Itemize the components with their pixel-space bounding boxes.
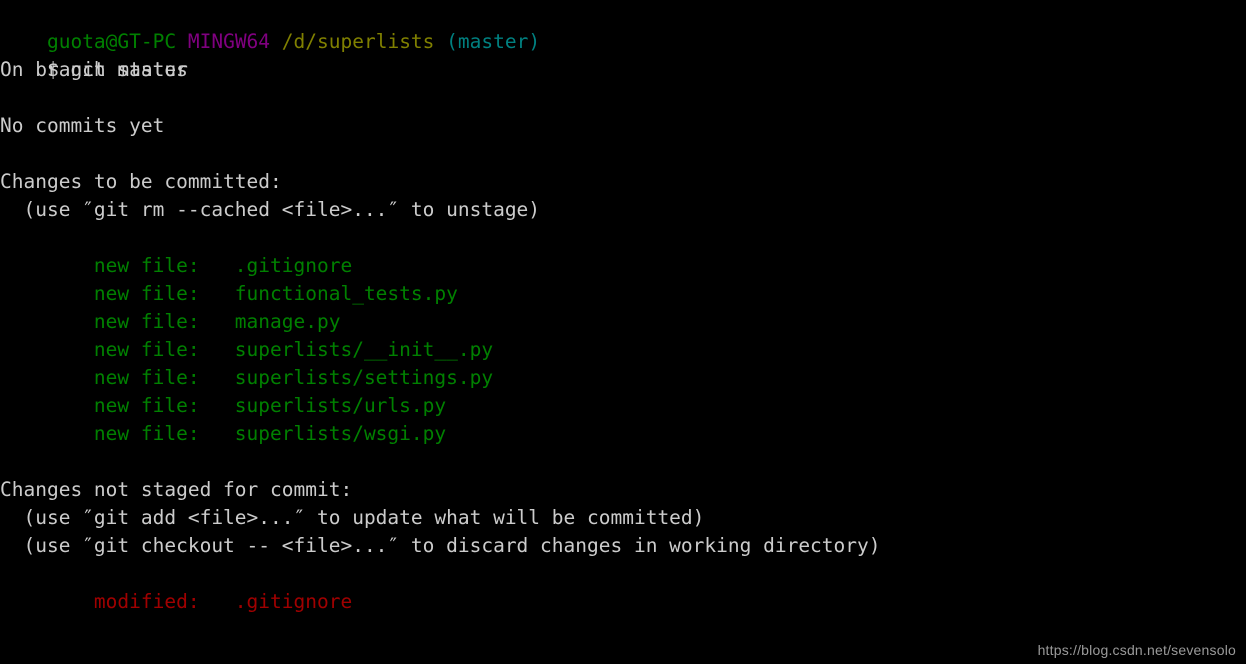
output-line-text: Changes not staged for commit: — [0, 478, 353, 501]
prompt-user-host: guota@GT-PC — [46, 30, 177, 53]
output-line: new file: superlists/__init__.py — [0, 336, 1246, 364]
output-blank-line — [0, 140, 1246, 168]
output-blank-line — [0, 224, 1246, 252]
terminal-window[interactable]: guota@GT-PC MINGW64 /d/superlists (maste… — [0, 0, 1246, 664]
command-output: On branch master No commits yet Changes … — [0, 56, 1246, 616]
output-line-text: new file: superlists/settings.py — [0, 366, 494, 389]
prompt-shell-name: MINGW64 — [187, 30, 271, 53]
output-line: new file: manage.py — [0, 308, 1246, 336]
output-line: modified: .gitignore — [0, 588, 1246, 616]
prompt-space-3 — [434, 30, 446, 53]
output-line: (use ″git add <file>...″ to update what … — [0, 504, 1246, 532]
output-line-text — [0, 226, 12, 249]
output-line: new file: superlists/urls.py — [0, 392, 1246, 420]
output-line-text: new file: .gitignore — [0, 254, 353, 277]
prompt-git-branch: (master) — [446, 30, 541, 53]
output-line: (use ″git rm --cached <file>...″ to unst… — [0, 196, 1246, 224]
output-line-text: Changes to be committed: — [0, 170, 282, 193]
prompt-working-directory: /d/superlists — [281, 30, 435, 53]
output-line-text — [0, 142, 12, 165]
output-line: new file: superlists/wsgi.py — [0, 420, 1246, 448]
output-blank-line — [0, 448, 1246, 476]
output-line: (use ″git checkout -- <file>...″ to disc… — [0, 532, 1246, 560]
output-line-text: new file: functional_tests.py — [0, 282, 458, 305]
watermark-text: https://blog.csdn.net/sevensolo — [1037, 642, 1236, 658]
output-line-text: new file: superlists/__init__.py — [0, 338, 494, 361]
output-line-text: new file: superlists/wsgi.py — [0, 422, 447, 445]
output-line: new file: superlists/settings.py — [0, 364, 1246, 392]
output-line: new file: .gitignore — [0, 252, 1246, 280]
prompt-line: guota@GT-PC MINGW64 /d/superlists (maste… — [0, 0, 1246, 53]
output-line: new file: functional_tests.py — [0, 280, 1246, 308]
output-line-text: (use ″git add <file>...″ to update what … — [0, 506, 705, 529]
output-line-text: On branch master — [0, 58, 188, 81]
output-line: Changes to be committed: — [0, 168, 1246, 196]
output-blank-line — [0, 84, 1246, 112]
output-line: On branch master — [0, 56, 1246, 84]
output-line-text — [0, 86, 12, 109]
output-blank-line — [0, 560, 1246, 588]
output-line-text: (use ″git checkout -- <file>...″ to disc… — [0, 534, 881, 557]
prompt-space-2 — [270, 30, 282, 53]
output-line: No commits yet — [0, 112, 1246, 140]
output-line-text: (use ″git rm --cached <file>...″ to unst… — [0, 198, 541, 221]
output-line-text: new file: manage.py — [0, 310, 341, 333]
output-line-text: new file: superlists/urls.py — [0, 394, 447, 417]
output-line-text: modified: .gitignore — [0, 590, 353, 613]
output-line-text — [0, 450, 12, 473]
output-line-text — [0, 562, 12, 585]
output-line-text: No commits yet — [0, 114, 165, 137]
output-line: Changes not staged for commit: — [0, 476, 1246, 504]
prompt-space-1 — [176, 30, 188, 53]
